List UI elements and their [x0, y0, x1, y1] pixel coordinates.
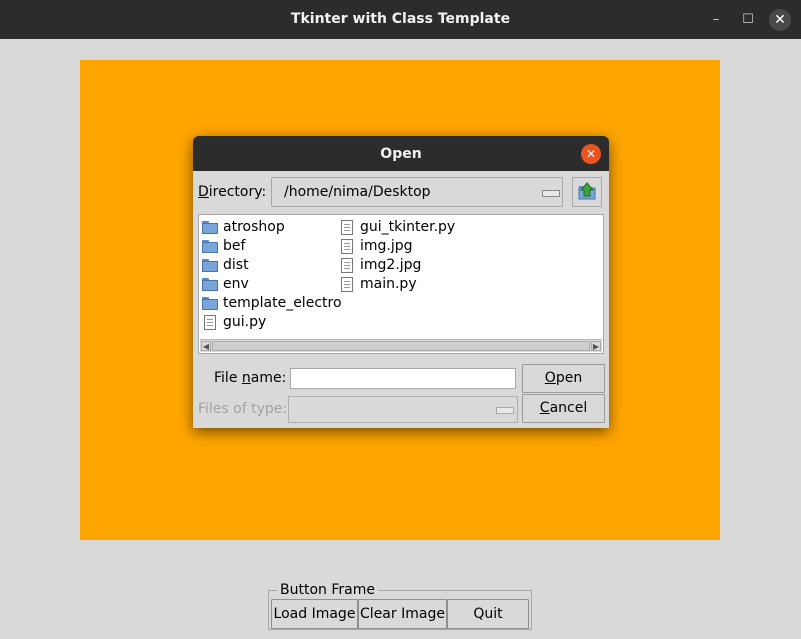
- file-name: atroshop: [223, 219, 285, 235]
- parent-directory-button[interactable]: [572, 177, 602, 207]
- folder-icon: [202, 278, 218, 291]
- filename-label-mnemonic: n: [241, 370, 251, 386]
- folder-icon: [202, 240, 218, 253]
- file-name: bef: [223, 238, 246, 254]
- file-icon: [341, 239, 353, 254]
- folder-icon: [202, 221, 218, 234]
- directory-label-mnemonic: D: [198, 184, 209, 200]
- maximize-icon[interactable]: ☐: [737, 9, 759, 31]
- minimize-icon[interactable]: –: [705, 9, 727, 31]
- cancel-button-mnemonic: C: [539, 400, 550, 416]
- button-frame: Button Frame Load Image Clear Image Quit: [268, 582, 532, 630]
- scroll-right-icon[interactable]: ▶: [591, 341, 601, 351]
- load-image-button[interactable]: Load Image: [271, 599, 358, 629]
- window-titlebar: Tkinter with Class Template – ☐ ✕: [0, 0, 801, 39]
- file-icon: [341, 258, 353, 273]
- file-name: gui_tkinter.py: [360, 219, 456, 235]
- open-button[interactable]: Open: [522, 364, 605, 393]
- filetype-combobox: [288, 396, 518, 423]
- dialog-close-icon[interactable]: ✕: [581, 144, 601, 164]
- horizontal-scrollbar[interactable]: ◀ ▶: [200, 339, 602, 352]
- scrollbar-thumb[interactable]: [212, 341, 590, 351]
- close-icon[interactable]: ✕: [769, 9, 791, 31]
- quit-button[interactable]: Quit: [447, 599, 529, 629]
- file-name: img2.jpg: [360, 257, 422, 273]
- folder-icon: [202, 259, 218, 272]
- directory-combobox[interactable]: /home/nima/Desktop: [271, 177, 563, 207]
- dialog-title: Open: [380, 146, 422, 162]
- cancel-button-label: ancel: [549, 400, 588, 416]
- file-icon: [341, 277, 353, 292]
- dropdown-icon[interactable]: [542, 190, 560, 197]
- open-button-label: pen: [555, 370, 583, 386]
- open-button-mnemonic: O: [544, 370, 556, 386]
- file-name: img.jpg: [360, 238, 413, 254]
- window-title: Tkinter with Class Template: [290, 11, 511, 27]
- filetype-label: Files of type:: [198, 401, 288, 417]
- directory-label-text: irectory:: [208, 184, 267, 200]
- clear-image-button[interactable]: Clear Image: [358, 599, 447, 629]
- button-frame-legend: Button Frame: [277, 582, 378, 598]
- folder-up-icon: [578, 182, 596, 200]
- file-name: env: [223, 276, 249, 292]
- open-dialog: Open ✕ Directory: /home/nima/Desktop atr…: [193, 136, 609, 428]
- file-list[interactable]: atroshop bef dist env template_electro gui.py…: [198, 214, 604, 354]
- file-name: dist: [223, 257, 249, 273]
- file-icon: [341, 220, 353, 235]
- directory-label: Directory:: [198, 184, 266, 200]
- filename-label-post: ame:: [250, 370, 287, 386]
- scroll-left-icon[interactable]: ◀: [201, 341, 211, 351]
- file-icon: [204, 315, 216, 330]
- file-name: gui.py: [223, 314, 267, 330]
- filename-label: File name:: [214, 370, 286, 386]
- dialog-titlebar: Open ✕: [193, 136, 609, 171]
- directory-value: /home/nima/Desktop: [284, 184, 431, 200]
- filename-input[interactable]: [290, 368, 516, 389]
- file-name: template_electro: [223, 295, 342, 311]
- filetype-dropdown-icon: [496, 407, 514, 414]
- folder-icon: [202, 297, 218, 310]
- filename-label-pre: File: [214, 370, 242, 386]
- cancel-button[interactable]: Cancel: [522, 394, 605, 423]
- file-name: main.py: [360, 276, 417, 292]
